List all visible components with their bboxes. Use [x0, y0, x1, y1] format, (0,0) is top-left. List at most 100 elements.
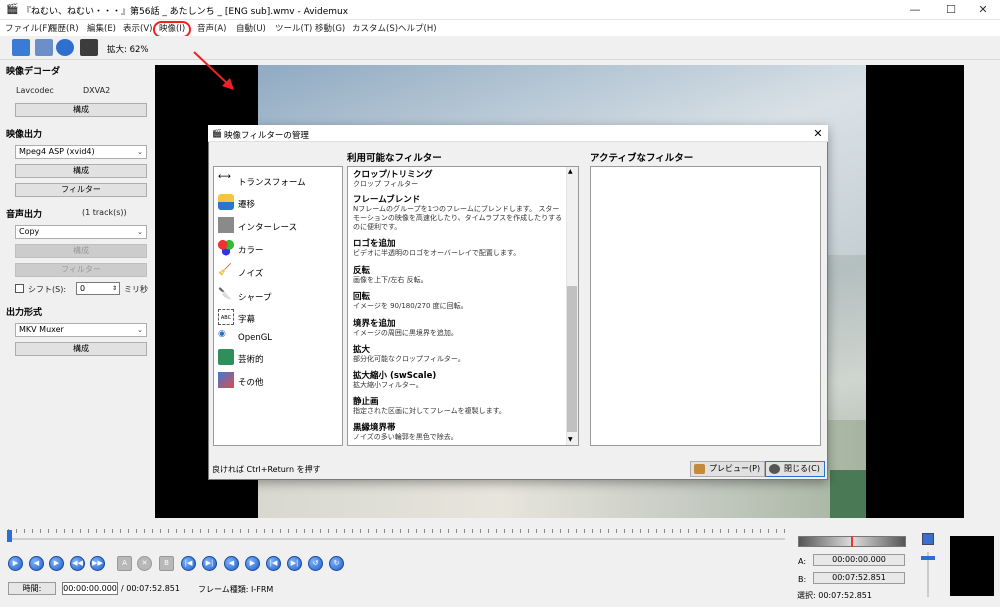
active-filters-header: アクティブなフィルター	[590, 153, 694, 164]
codec-value: DXVA2	[83, 86, 111, 95]
scroll-up-icon[interactable]: ▲	[568, 168, 573, 175]
dialog-title: 映像フィルターの管理	[224, 131, 309, 141]
dialog-close-button[interactable]: ✕	[810, 126, 826, 141]
menu-tools[interactable]: ツール(T)	[275, 22, 312, 34]
menu-audio[interactable]: 音声(A)	[197, 22, 226, 34]
goto-marker-a-button[interactable]: |◀	[181, 556, 196, 571]
maximize-button[interactable]: ☐	[934, 0, 968, 20]
selection-duration: 選択: 00:07:52.851	[797, 591, 872, 600]
delete-button[interactable]: ✕	[137, 556, 152, 571]
marker-b-field: 00:07:52.851	[813, 572, 905, 584]
shift-input[interactable]: 0 ⇕	[76, 282, 120, 295]
close-dialog-button[interactable]: 閉じる(C)	[765, 461, 825, 477]
audio-config-button[interactable]: 構成	[15, 244, 147, 258]
subtitles-icon: ABC	[218, 309, 234, 325]
video-decoder-title: 映像デコーダ	[6, 67, 61, 77]
menu-bar: ファイル(F) 履歴(R) 編集(E) 表示(V) 映像(I) 音声(A) 自動…	[0, 20, 1000, 36]
film-icon[interactable]	[80, 39, 98, 56]
filter-item[interactable]: ロゴを追加 ビデオに半透明のロゴをオーバーレイで配置します。	[353, 237, 563, 258]
info-icon[interactable]	[56, 39, 74, 56]
play-button[interactable]: ▶	[8, 556, 23, 571]
menu-edit[interactable]: 編集(E)	[87, 22, 116, 34]
frame-type: フレーム種類: I-FRM	[198, 585, 274, 594]
set-marker-b-button[interactable]: B	[159, 556, 174, 571]
volume-icon[interactable]	[922, 533, 934, 545]
filter-item[interactable]: 境界を追加 イメージの周囲に黒境界を追加。	[353, 317, 563, 338]
filter-item[interactable]: 静止画 指定された区画に対してフレームを複製します。	[353, 395, 563, 416]
filter-item[interactable]: 回転 イメージを 90/180/270 度に回転。	[353, 290, 563, 311]
first-frame-button[interactable]: |◀	[266, 556, 281, 571]
available-filters-header: 利用可能なフィルター	[347, 153, 442, 164]
timeline-track[interactable]	[8, 538, 785, 540]
audio-filter-button[interactable]: フィルター	[15, 263, 147, 277]
scrollbar-thumb[interactable]	[567, 286, 577, 432]
open-image-icon[interactable]	[12, 39, 30, 56]
menu-history[interactable]: 履歴(R)	[49, 22, 79, 34]
previous-keyframe-button[interactable]: ◀◀	[70, 556, 85, 571]
filter-item[interactable]: クロップ/トリミング クロップ フィルター	[353, 168, 563, 189]
forward-button[interactable]: ↻	[329, 556, 344, 571]
knife-icon: 🔪	[218, 287, 232, 300]
filter-item[interactable]: 反転 画像を上下/左右 反転。	[353, 264, 563, 285]
transition-icon	[218, 194, 234, 210]
filter-item[interactable]: フレームブレンド Nフレームのグループを1つのフレームにブレンドします。 スターモ…	[353, 193, 563, 232]
next-keyframe-button[interactable]: ▶▶	[90, 556, 105, 571]
minimize-button[interactable]: —	[898, 0, 932, 20]
preview-button[interactable]: プレビュー(P)	[690, 461, 766, 477]
scroll-down-icon[interactable]: ▼	[568, 436, 573, 443]
codec-label: Lavcodec	[16, 86, 54, 95]
active-filters-list	[590, 166, 821, 446]
filter-item[interactable]: 拡大縮小 (swScale) 拡大縮小フィルター。	[353, 369, 563, 390]
volume-knob[interactable]	[921, 556, 935, 560]
output-format-title: 出力形式	[6, 308, 43, 318]
total-time: / 00:07:52.851	[121, 584, 180, 593]
next-black-button[interactable]: ▶	[245, 556, 260, 571]
spin-arrows-icon: ⇕	[111, 285, 117, 292]
shift-checkbox[interactable]	[15, 284, 24, 293]
current-time-field[interactable]: 00:00:00.000	[62, 582, 118, 595]
muxer-config-button[interactable]: 構成	[15, 342, 147, 356]
time-label: 時間:	[8, 582, 56, 595]
shift-label: シフト(S):	[28, 285, 67, 294]
last-frame-button[interactable]: ▶|	[287, 556, 302, 571]
chevron-down-icon: ⌄	[137, 228, 143, 236]
timeline-cursor[interactable]	[7, 530, 12, 542]
save-icon[interactable]	[35, 39, 53, 56]
audio-output-title: 音声出力	[6, 210, 43, 220]
video-output-title: 映像出力	[6, 130, 43, 140]
set-marker-a-button[interactable]: A	[117, 556, 132, 571]
video-config-button[interactable]: 構成	[15, 164, 147, 178]
menu-custom[interactable]: カスタム(S)	[352, 22, 398, 34]
previous-black-button[interactable]: ◀	[224, 556, 239, 571]
video-frame-plant	[830, 470, 866, 518]
video-codec-select[interactable]: Mpeg4 ASP (xvid4) ⌄	[15, 145, 147, 159]
next-frame-button[interactable]: ▶	[49, 556, 64, 571]
previous-frame-button[interactable]: ◀	[29, 556, 44, 571]
menu-go[interactable]: 移動(G)	[315, 22, 345, 34]
filter-item[interactable]: 拡大 部分化可能なクロップフィルター。	[353, 343, 563, 364]
dialog-title-bar: 🎬 映像フィルターの管理	[208, 125, 828, 142]
audio-tracks: (1 track(s))	[82, 208, 127, 217]
filter-item[interactable]: 黒縁境界帯 ノイズの多い輪郭を黒色で除去。	[353, 421, 563, 442]
close-window-button[interactable]: ✕	[966, 0, 1000, 20]
audio-codec-select[interactable]: Copy ⌄	[15, 225, 147, 239]
artistic-icon	[218, 349, 234, 365]
mini-preview	[950, 536, 994, 596]
close-icon	[769, 464, 780, 474]
opengl-icon: ◉	[218, 329, 226, 339]
goto-marker-b-button[interactable]: ▶|	[202, 556, 217, 571]
rewind-button[interactable]: ↺	[308, 556, 323, 571]
title-bar: 🎬 『ねむい、ねむい・・・』第56話 _ あたしンち _ [ENG sub].w…	[0, 0, 1000, 20]
color-icon	[218, 240, 234, 256]
decoder-config-button[interactable]: 構成	[15, 103, 147, 117]
menu-view[interactable]: 表示(V)	[123, 22, 152, 34]
menu-auto[interactable]: 自動(U)	[236, 22, 266, 34]
other-icon	[218, 372, 234, 388]
arrow-annotation-icon	[193, 51, 234, 90]
muxer-select[interactable]: MKV Muxer ⌄	[15, 323, 147, 337]
broom-icon: 🧹	[218, 263, 232, 276]
video-filter-button[interactable]: フィルター	[15, 183, 147, 197]
shift-unit: ミリ秒	[124, 285, 148, 294]
menu-help[interactable]: ヘルプ(H)	[398, 22, 437, 34]
menu-file[interactable]: ファイル(F)	[5, 22, 51, 34]
